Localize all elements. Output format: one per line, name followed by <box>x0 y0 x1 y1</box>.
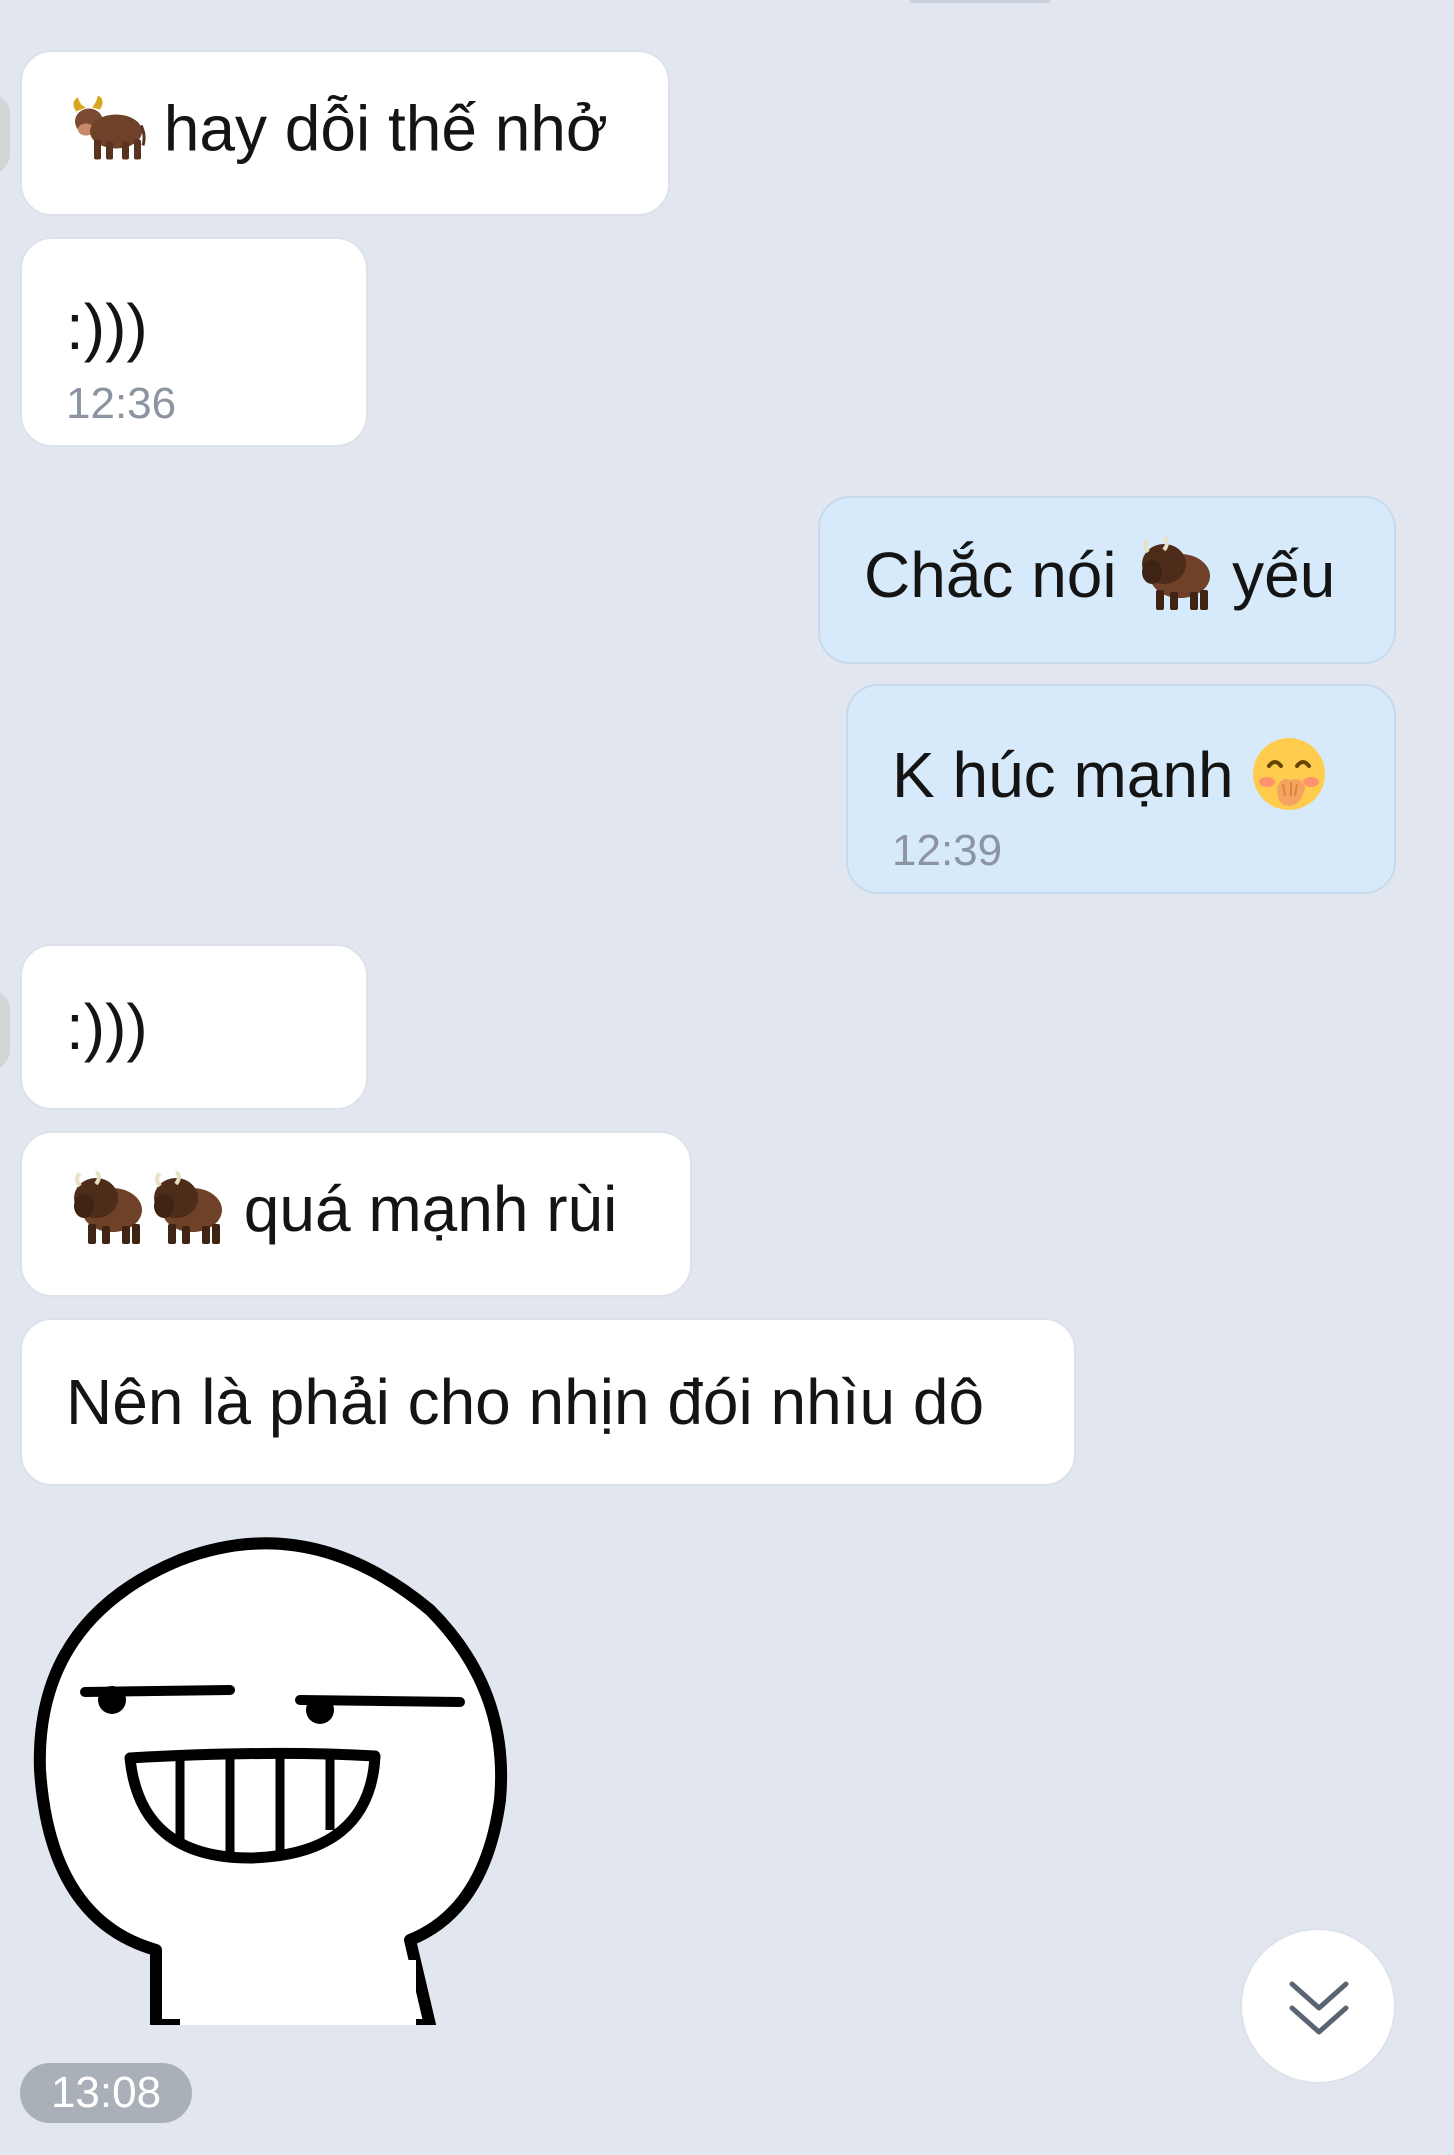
bison-emoji <box>74 1170 142 1244</box>
top-divider <box>910 0 1050 3</box>
hand-over-mouth-emoji <box>1253 738 1326 810</box>
message-timestamp: 12:39 <box>892 826 1003 875</box>
message-bubble-incoming[interactable]: Nên là phải cho nhịn đói nhìu dô <box>20 1318 1076 1486</box>
message-bubble-outgoing[interactable]: K húc mạnh 12:39 <box>846 684 1396 894</box>
message-text: quá mạnh rùi <box>66 1170 618 1252</box>
sender-avatar[interactable] <box>0 94 10 174</box>
message-timestamp: 12:36 <box>66 379 177 428</box>
bison-emoji <box>154 1170 222 1244</box>
message-text: Nên là phải cho nhịn đói nhìu dô <box>66 1366 985 1438</box>
message-text: :))) <box>66 991 148 1063</box>
scroll-to-bottom-button[interactable] <box>1240 1928 1396 2084</box>
bison-emoji <box>1142 536 1211 610</box>
message-text-content: hay dỗi thế nhở <box>163 92 608 165</box>
message-text-content: quá mạnh rùi <box>243 1172 618 1245</box>
message-bubble-incoming[interactable]: :))) <box>20 944 368 1110</box>
time-chip: 13:08 <box>20 2063 192 2123</box>
message-text: Chắc nói yếu <box>864 536 1336 618</box>
message-bubble-incoming[interactable]: :))) 12:36 <box>20 237 368 447</box>
message-bubble-incoming[interactable]: hay dỗi thế nhở <box>20 50 670 216</box>
message-text: :))) <box>66 291 148 363</box>
message-text-before: Chắc nói <box>864 538 1117 611</box>
message-text-content: K húc mạnh <box>892 738 1234 811</box>
message-text: hay dỗi thế nhở <box>66 95 608 169</box>
message-text-after: yếu <box>1232 538 1336 611</box>
message-bubble-outgoing[interactable]: Chắc nói yếu <box>818 496 1396 664</box>
ox-emoji <box>73 95 146 160</box>
message-bubble-incoming[interactable]: quá mạnh rùi <box>20 1131 692 1297</box>
sender-avatar[interactable] <box>0 990 10 1070</box>
message-text: K húc mạnh <box>892 738 1327 818</box>
smirking-grin-sticker[interactable] <box>30 1520 520 2031</box>
double-chevron-down-icon <box>1289 1981 1349 2035</box>
